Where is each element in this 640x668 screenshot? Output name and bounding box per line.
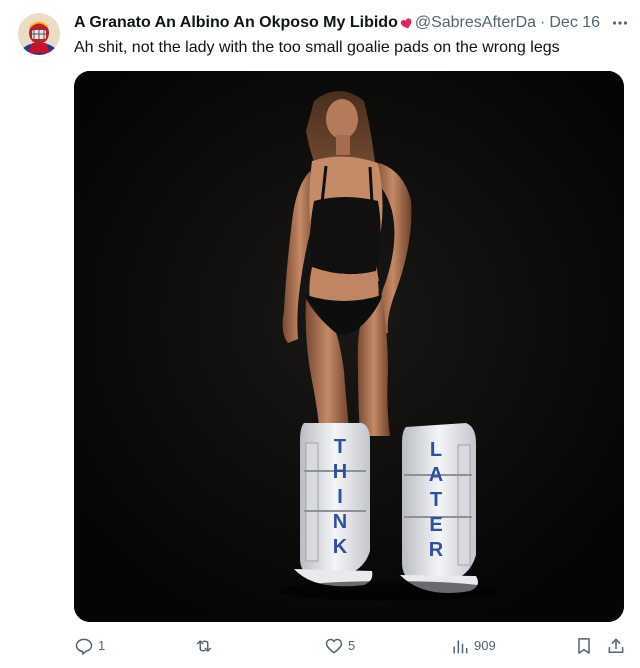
- like-count: 5: [348, 638, 356, 653]
- views-button[interactable]: 909: [450, 634, 496, 658]
- reply-icon: [75, 638, 93, 655]
- tweet-date[interactable]: Dec 16: [549, 13, 600, 33]
- avatar-goalie-helmet-icon: [18, 13, 60, 55]
- pad-letter: T: [430, 489, 442, 511]
- heart-icon: [325, 638, 343, 654]
- separator-dot: ·: [540, 14, 546, 31]
- pad-letter: R: [429, 539, 444, 561]
- more-dots-icon: [612, 21, 628, 25]
- pad-letter: H: [333, 461, 347, 483]
- photo-woman-goalie-pads: THINK LATER: [74, 71, 624, 622]
- heart-emoji-icon: [400, 17, 412, 28]
- repost-button[interactable]: [194, 634, 218, 658]
- repost-icon: [197, 640, 211, 652]
- reply-count: 1: [98, 638, 106, 653]
- author-display-name[interactable]: A Granato An Albino An Okposo My Libido: [74, 13, 398, 33]
- pad-letter: N: [333, 511, 347, 533]
- author-handle[interactable]: @SabresAfterDa: [415, 13, 536, 33]
- author-avatar[interactable]: [18, 13, 60, 55]
- bookmark-button[interactable]: [574, 634, 594, 658]
- reply-button[interactable]: 1: [74, 634, 105, 658]
- tweet-media-image[interactable]: THINK LATER: [74, 71, 624, 622]
- views-count: 909: [474, 638, 496, 653]
- tweet-actions: 1 5 909: [74, 634, 630, 658]
- pad-letter: A: [429, 464, 443, 486]
- tweet-header: A Granato An Albino An Okposo My Libido …: [74, 13, 630, 33]
- bookmark-icon: [578, 638, 590, 654]
- more-options-button[interactable]: [610, 13, 630, 33]
- like-button[interactable]: 5: [324, 634, 355, 658]
- tweet-text: Ah shit, not the lady with the too small…: [74, 39, 560, 56]
- tweet[interactable]: A Granato An Albino An Okposo My Libido …: [0, 0, 640, 668]
- share-button[interactable]: [606, 634, 626, 658]
- pad-letter: K: [333, 536, 348, 558]
- pad-letter: L: [430, 439, 442, 461]
- pad-letter: E: [429, 514, 442, 536]
- pad-letter: I: [337, 486, 343, 508]
- analytics-icon: [453, 640, 468, 654]
- share-icon: [608, 638, 624, 653]
- pad-right-lettering: LATER: [429, 439, 444, 561]
- pad-letter: T: [334, 436, 346, 458]
